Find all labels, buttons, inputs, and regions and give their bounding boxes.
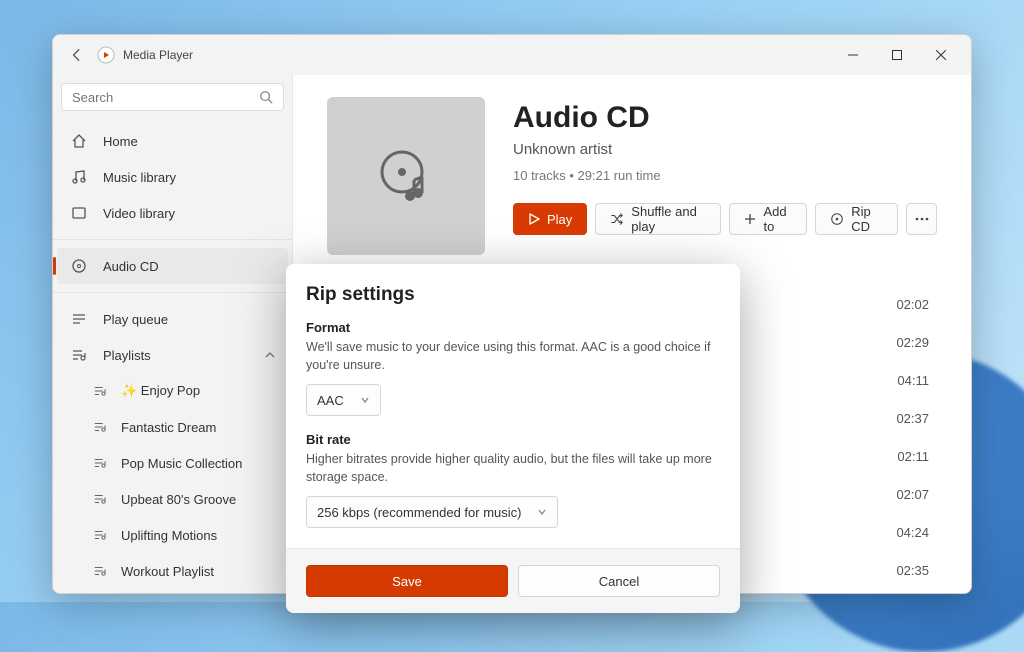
playlist-icon bbox=[91, 526, 109, 544]
video-library-icon bbox=[69, 203, 89, 223]
playlist-icon bbox=[91, 382, 109, 400]
plus-icon bbox=[744, 213, 756, 225]
more-icon bbox=[915, 217, 929, 221]
sidebar-item-home[interactable]: Home bbox=[57, 123, 288, 159]
playlist-item[interactable]: Workout Playlist bbox=[57, 553, 288, 589]
sidebar-item-label: Video library bbox=[103, 206, 175, 221]
sidebar-item-label: Playlists bbox=[103, 348, 151, 363]
playlist-label: Pop Music Collection bbox=[121, 456, 242, 471]
playlist-item[interactable]: Uplifting Motions bbox=[57, 517, 288, 553]
format-label: Format bbox=[306, 320, 720, 335]
playlist-item[interactable]: Upbeat 80's Groove bbox=[57, 481, 288, 517]
playlist-label: Uplifting Motions bbox=[121, 528, 217, 543]
close-icon bbox=[936, 50, 946, 60]
sidebar-item-label: Music library bbox=[103, 170, 176, 185]
bitrate-description: Higher bitrates provide higher quality a… bbox=[306, 451, 720, 486]
bitrate-select[interactable]: 256 kbps (recommended for music) bbox=[306, 496, 558, 528]
maximize-icon bbox=[892, 50, 902, 60]
minimize-button[interactable] bbox=[831, 39, 875, 71]
music-library-icon bbox=[69, 167, 89, 187]
sidebar-item-music-library[interactable]: Music library bbox=[57, 159, 288, 195]
format-description: We'll save music to your device using th… bbox=[306, 339, 720, 374]
save-button[interactable]: Save bbox=[306, 565, 508, 597]
playlist-label: Upbeat 80's Groove bbox=[121, 492, 236, 507]
sidebar-item-label: Home bbox=[103, 134, 138, 149]
search-input[interactable] bbox=[72, 90, 259, 105]
chevron-up-icon bbox=[264, 349, 276, 361]
rip-cd-button[interactable]: Rip CD bbox=[815, 203, 898, 235]
back-arrow-icon bbox=[70, 48, 84, 62]
cancel-button[interactable]: Cancel bbox=[518, 565, 720, 597]
rip-cd-icon bbox=[830, 212, 844, 226]
app-title: Media Player bbox=[123, 48, 193, 62]
sidebar-item-play-queue[interactable]: Play queue bbox=[57, 301, 288, 337]
play-button[interactable]: Play bbox=[513, 203, 587, 235]
playlist-icon bbox=[91, 454, 109, 472]
dialog-title: Rip settings bbox=[306, 284, 720, 306]
sidebar-item-label: Play queue bbox=[103, 312, 168, 327]
close-button[interactable] bbox=[919, 39, 963, 71]
cd-music-icon bbox=[374, 144, 438, 208]
album-meta: 10 tracks • 29:21 run time bbox=[513, 168, 937, 183]
divider bbox=[53, 292, 292, 293]
add-to-button[interactable]: Add to bbox=[729, 203, 807, 235]
chevron-down-icon bbox=[360, 395, 370, 405]
bitrate-label: Bit rate bbox=[306, 432, 720, 447]
play-icon bbox=[528, 213, 540, 225]
album-art bbox=[327, 97, 485, 255]
cd-icon bbox=[69, 256, 89, 276]
playlist-label: ✨ Enjoy Pop bbox=[121, 383, 200, 399]
app-icon bbox=[97, 46, 115, 64]
playlist-icon bbox=[91, 418, 109, 436]
queue-icon bbox=[69, 309, 89, 329]
rip-settings-dialog: Rip settings Format We'll save music to … bbox=[286, 264, 740, 613]
playlist-item[interactable]: ✨ Enjoy Pop bbox=[57, 373, 288, 409]
maximize-button[interactable] bbox=[875, 39, 919, 71]
playlist-icon bbox=[91, 562, 109, 580]
album-artist: Unknown artist bbox=[513, 141, 937, 158]
album-title: Audio CD bbox=[513, 101, 937, 135]
playlist-icon bbox=[91, 490, 109, 508]
playlist-item[interactable]: Fantastic Dream bbox=[57, 409, 288, 445]
sidebar-item-video-library[interactable]: Video library bbox=[57, 195, 288, 231]
album-header: Audio CD Unknown artist 10 tracks • 29:2… bbox=[293, 75, 971, 255]
home-icon bbox=[69, 131, 89, 151]
chevron-down-icon bbox=[537, 507, 547, 517]
divider bbox=[53, 239, 292, 240]
search-icon bbox=[259, 90, 273, 104]
shuffle-icon bbox=[610, 212, 624, 226]
sidebar-item-playlists[interactable]: Playlists bbox=[57, 337, 288, 373]
format-select[interactable]: AAC bbox=[306, 384, 381, 416]
back-button[interactable] bbox=[61, 39, 93, 71]
playlist-item[interactable]: Pop Music Collection bbox=[57, 445, 288, 481]
search-box[interactable] bbox=[61, 83, 284, 111]
sidebar-item-label: Audio CD bbox=[103, 259, 159, 274]
minimize-icon bbox=[848, 50, 858, 60]
more-button[interactable] bbox=[906, 203, 937, 235]
playlist-label: Fantastic Dream bbox=[121, 420, 216, 435]
sidebar-item-audio-cd[interactable]: Audio CD bbox=[57, 248, 288, 284]
titlebar: Media Player bbox=[53, 35, 971, 75]
sidebar: Home Music library Video library Audio C… bbox=[53, 75, 293, 593]
playlist-label: Workout Playlist bbox=[121, 564, 214, 579]
playlists-icon bbox=[69, 345, 89, 365]
shuffle-play-button[interactable]: Shuffle and play bbox=[595, 203, 721, 235]
